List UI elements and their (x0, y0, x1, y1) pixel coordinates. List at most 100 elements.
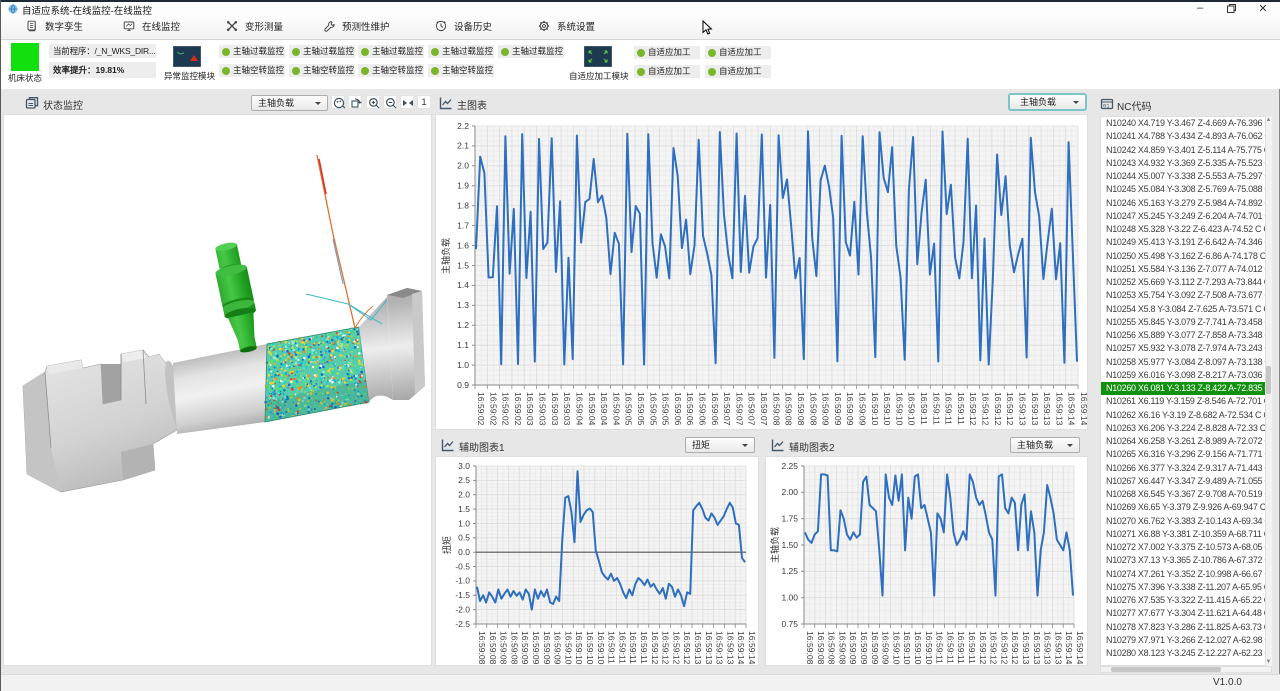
svg-text:16:59:12: 16:59:12 (989, 631, 999, 665)
svg-text:2.5: 2.5 (458, 475, 470, 485)
svg-text:0.9: 0.9 (457, 380, 469, 390)
svg-text:16:59:14: 16:59:14 (1067, 392, 1077, 426)
svg-text:16:59:10: 16:59:10 (907, 392, 917, 426)
svg-text:16:59:14: 16:59:14 (1075, 631, 1085, 665)
svg-text:16:59:08: 16:59:08 (837, 631, 847, 665)
svg-text:16:59:09: 16:59:09 (553, 631, 563, 665)
svg-text:16:59:10: 16:59:10 (902, 631, 912, 665)
svg-text:16:59:10: 16:59:10 (913, 631, 923, 665)
svg-text:1.75: 1.75 (781, 514, 798, 524)
svg-text:16:59:11: 16:59:11 (628, 631, 638, 664)
svg-text:16:59:11: 16:59:11 (945, 631, 955, 664)
svg-text:16:59:12: 16:59:12 (993, 392, 1003, 426)
svg-text:16:59:07: 16:59:07 (722, 392, 732, 426)
svg-text:1.2: 1.2 (457, 320, 469, 330)
svg-text:16:59:04: 16:59:04 (599, 392, 609, 426)
svg-text:16:59:10: 16:59:10 (924, 631, 934, 665)
svg-text:16:59:04: 16:59:04 (611, 392, 621, 426)
svg-text:16:59:13: 16:59:13 (725, 631, 735, 665)
svg-text:16:59:09: 16:59:09 (531, 631, 541, 665)
svg-text:16:59:11: 16:59:11 (956, 631, 966, 664)
svg-text:16:59:08: 16:59:08 (805, 631, 815, 665)
svg-text:16:59:09: 16:59:09 (859, 631, 869, 665)
svg-text:-0.5: -0.5 (455, 561, 470, 571)
svg-text:16:59:12: 16:59:12 (1010, 631, 1020, 665)
svg-text:16:59:06: 16:59:06 (673, 392, 683, 426)
svg-text:2.1: 2.1 (457, 141, 469, 151)
svg-text:16:59:03: 16:59:03 (550, 392, 560, 426)
svg-text:0.0: 0.0 (458, 547, 470, 557)
svg-text:16:59:13: 16:59:13 (1054, 392, 1064, 426)
svg-text:16:59:03: 16:59:03 (562, 392, 572, 426)
svg-text:16:59:11: 16:59:11 (607, 631, 617, 664)
svg-text:2.2: 2.2 (457, 121, 469, 131)
svg-text:1.9: 1.9 (457, 181, 469, 191)
svg-text:16:59:02: 16:59:02 (476, 392, 486, 426)
svg-text:1.5: 1.5 (457, 260, 469, 270)
svg-text:16:59:13: 16:59:13 (1018, 392, 1028, 426)
svg-text:16:59:12: 16:59:12 (682, 631, 692, 665)
svg-text:16:59:12: 16:59:12 (981, 392, 991, 426)
svg-text:1.0: 1.0 (457, 360, 469, 370)
svg-text:16:59:09: 16:59:09 (821, 392, 831, 426)
svg-text:01: 01 (1103, 103, 1110, 110)
svg-text:16:59:11: 16:59:11 (919, 392, 929, 425)
svg-text:16:59:08: 16:59:08 (808, 392, 818, 426)
svg-text:16:59:09: 16:59:09 (542, 631, 552, 665)
svg-text:16:59:03: 16:59:03 (538, 392, 548, 426)
svg-text:16:59:13: 16:59:13 (704, 631, 714, 665)
svg-text:1.5: 1.5 (458, 504, 470, 514)
svg-text:16:59:05: 16:59:05 (636, 392, 646, 426)
svg-text:16:59:14: 16:59:14 (1079, 392, 1088, 426)
svg-text:16:59:09: 16:59:09 (881, 631, 891, 665)
svg-text:扭矩: 扭矩 (441, 536, 452, 554)
svg-text:16:59:08: 16:59:08 (509, 631, 519, 665)
svg-text:16:59:08: 16:59:08 (796, 392, 806, 426)
svg-text:-1.5: -1.5 (455, 590, 470, 600)
svg-text:16:59:10: 16:59:10 (596, 631, 606, 665)
svg-text:16:59:05: 16:59:05 (661, 392, 671, 426)
svg-text:16:59:10: 16:59:10 (894, 392, 904, 426)
svg-text:16:59:13: 16:59:13 (1042, 392, 1052, 426)
svg-text:16:59:06: 16:59:06 (698, 392, 708, 426)
svg-text:16:59:08: 16:59:08 (488, 631, 498, 665)
svg-text:16:59:14: 16:59:14 (747, 631, 757, 665)
svg-text:16:59:09: 16:59:09 (833, 392, 843, 426)
svg-text:16:59:12: 16:59:12 (978, 631, 988, 665)
svg-text:16:59:08: 16:59:08 (477, 631, 487, 665)
svg-text:16:59:12: 16:59:12 (650, 631, 660, 665)
svg-text:1.3: 1.3 (457, 300, 469, 310)
svg-text:16:59:11: 16:59:11 (967, 631, 977, 664)
svg-text:16:59:12: 16:59:12 (661, 631, 671, 665)
svg-text:16:59:12: 16:59:12 (968, 392, 978, 426)
svg-text:16:59:02: 16:59:02 (501, 392, 511, 426)
svg-text:1.7: 1.7 (457, 220, 469, 230)
svg-text:16:59:09: 16:59:09 (858, 392, 868, 426)
svg-text:16:59:11: 16:59:11 (956, 392, 966, 425)
svg-text:16:59:03: 16:59:03 (525, 392, 535, 426)
svg-text:1.6: 1.6 (457, 240, 469, 250)
svg-text:16:59:05: 16:59:05 (648, 392, 658, 426)
svg-text:16:59:07: 16:59:07 (747, 392, 757, 426)
svg-text:-2.0: -2.0 (455, 604, 470, 614)
svg-text:16:59:05: 16:59:05 (624, 392, 634, 426)
svg-text:-2.5: -2.5 (455, 619, 470, 629)
svg-text:16:59:04: 16:59:04 (574, 392, 584, 426)
svg-text:16:59:09: 16:59:09 (848, 631, 858, 665)
svg-text:16:59:13: 16:59:13 (1043, 631, 1053, 665)
svg-text:16:59:08: 16:59:08 (499, 631, 509, 665)
svg-text:16:59:09: 16:59:09 (520, 631, 530, 665)
svg-text:1.8: 1.8 (457, 201, 469, 211)
svg-text:16:59:10: 16:59:10 (882, 392, 892, 426)
svg-text:2.0: 2.0 (458, 490, 470, 500)
svg-text:16:59:10: 16:59:10 (870, 392, 880, 426)
svg-text:16:59:12: 16:59:12 (1005, 392, 1015, 426)
svg-text:1.00: 1.00 (781, 593, 798, 603)
svg-text:16:59:06: 16:59:06 (685, 392, 695, 426)
svg-text:16:59:10: 16:59:10 (891, 631, 901, 665)
svg-text:3.0: 3.0 (458, 461, 470, 471)
svg-text:2.00: 2.00 (781, 487, 798, 497)
svg-text:0.75: 0.75 (781, 619, 798, 629)
svg-text:16:59:13: 16:59:13 (1021, 631, 1031, 665)
svg-text:16:59:02: 16:59:02 (513, 392, 523, 426)
